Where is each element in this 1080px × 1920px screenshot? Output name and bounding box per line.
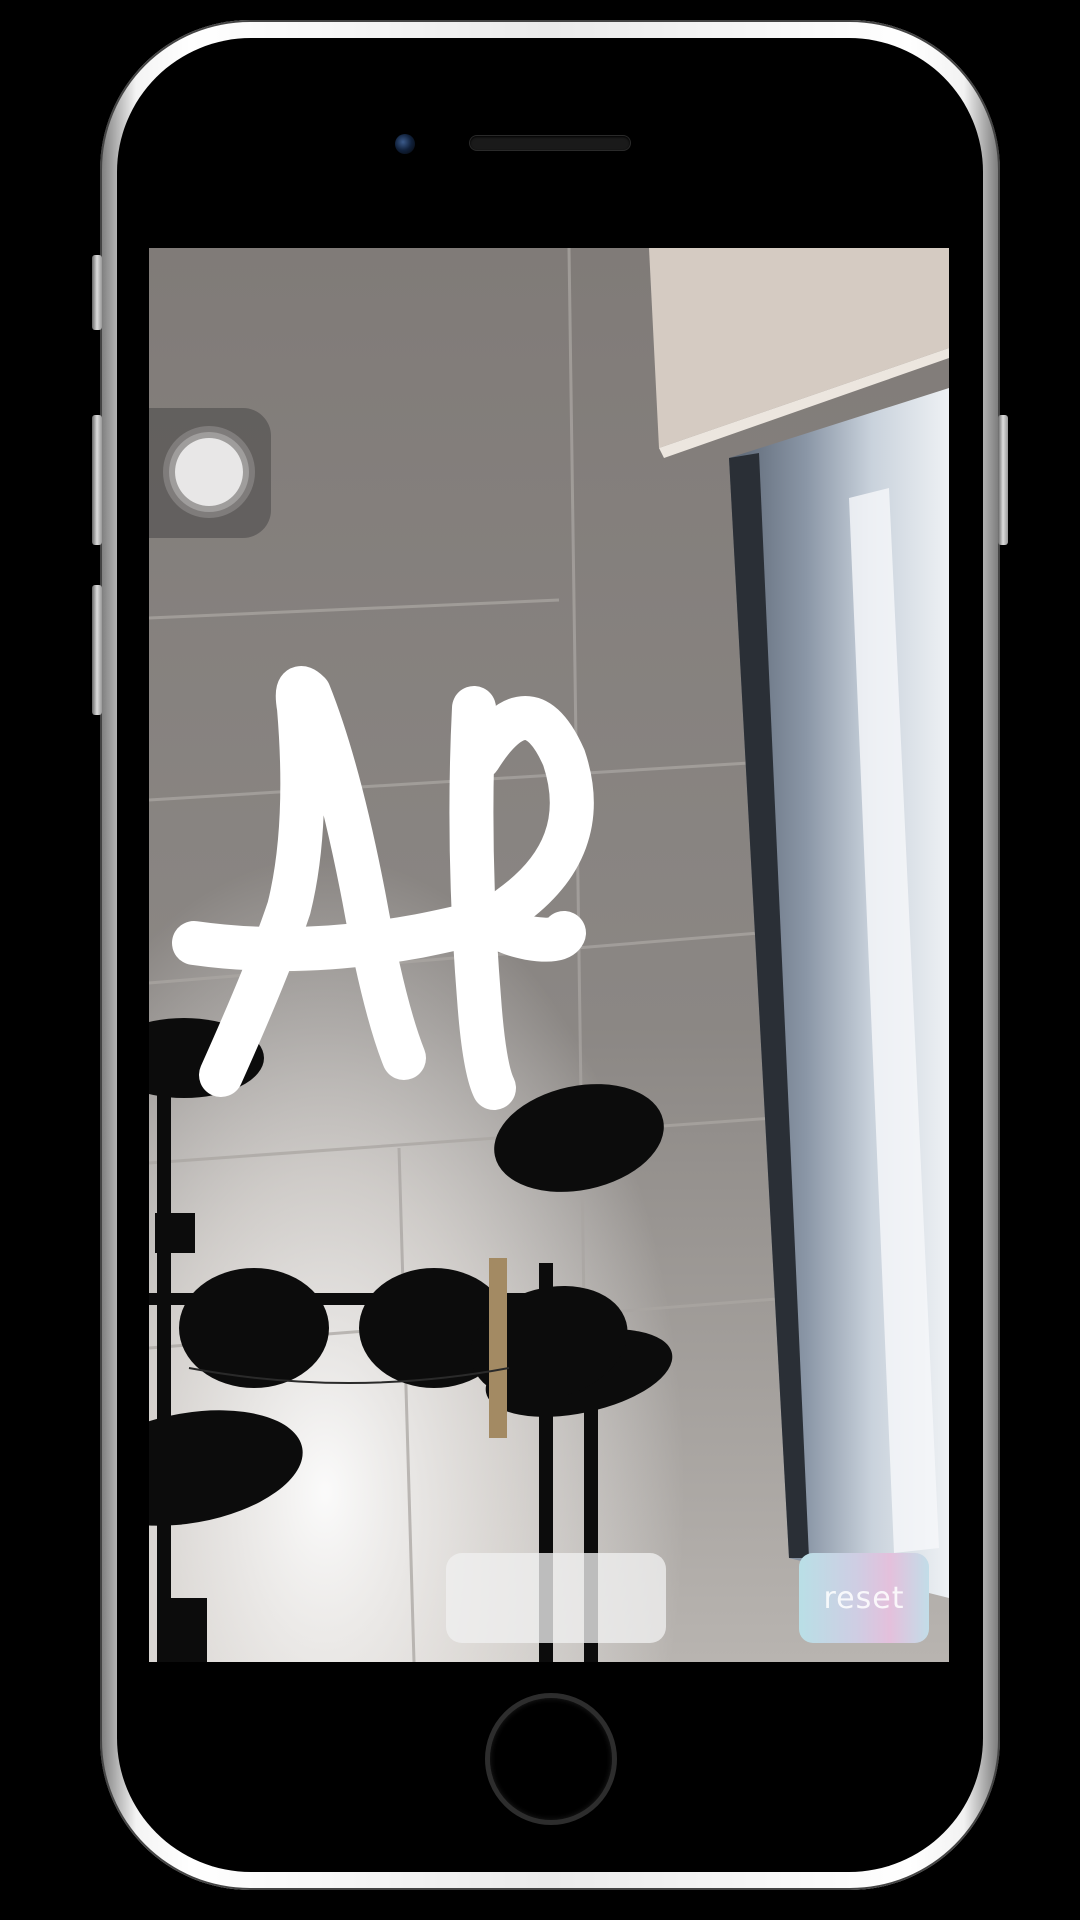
ar-drawing-strokes: AR bbox=[172, 666, 594, 1110]
volume-up-button bbox=[92, 415, 102, 545]
ringer-switch bbox=[92, 255, 102, 330]
power-button bbox=[998, 415, 1008, 545]
volume-down-button bbox=[92, 585, 102, 715]
home-button-icon[interactable] bbox=[485, 1693, 617, 1825]
reset-button[interactable]: reset bbox=[799, 1553, 929, 1643]
ar-camera-view[interactable]: AR reset bbox=[149, 248, 949, 1662]
earpiece-speaker bbox=[470, 136, 630, 150]
blank-button[interactable] bbox=[446, 1553, 666, 1643]
front-camera-icon bbox=[395, 134, 415, 154]
